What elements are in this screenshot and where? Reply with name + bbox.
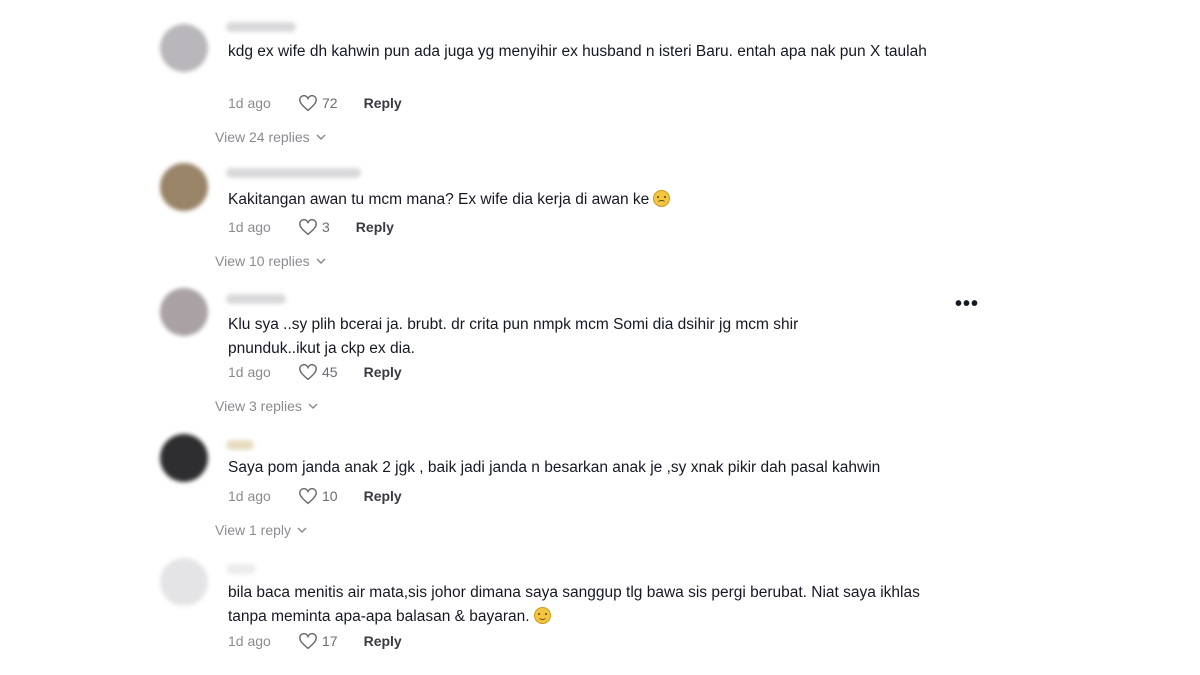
view-replies-button[interactable]: View 24 replies: [215, 129, 326, 145]
like-button[interactable]: 3: [298, 218, 330, 236]
comment-time: 1d ago: [228, 633, 271, 649]
chevron-down-icon: [316, 133, 326, 140]
avatar[interactable]: [160, 288, 208, 336]
username-blurred[interactable]: [226, 294, 286, 304]
view-replies-button[interactable]: View 3 replies: [215, 398, 318, 414]
like-count: 10: [322, 488, 338, 504]
chevron-down-icon: [308, 402, 318, 409]
comment-meta: 1d ago 3 Reply: [228, 218, 394, 236]
comment-text: kdg ex wife dh kahwin pun ada juga yg me…: [228, 43, 927, 60]
like-button[interactable]: 72: [298, 94, 338, 112]
comment-time: 1d ago: [228, 488, 271, 504]
sad-face-emoji-icon: [653, 190, 671, 207]
username-blurred[interactable]: [226, 564, 256, 574]
avatar[interactable]: [160, 163, 208, 211]
view-replies-button[interactable]: View 1 reply: [215, 522, 307, 538]
heart-outline-icon: [299, 632, 317, 650]
like-button[interactable]: 17: [298, 632, 338, 650]
reply-button[interactable]: Reply: [364, 633, 402, 649]
comment-text: Saya pom janda anak 2 jgk , baik jadi ja…: [228, 459, 881, 476]
chevron-down-icon: [297, 526, 307, 533]
heart-outline-icon: [299, 363, 317, 381]
view-replies-label: View 1 reply: [215, 522, 292, 538]
reply-button[interactable]: Reply: [364, 488, 402, 504]
reply-button[interactable]: Reply: [364, 95, 402, 111]
like-count: 45: [322, 364, 338, 380]
comment-meta: 1d ago 10 Reply: [228, 487, 402, 505]
comment-meta: 1d ago 17 Reply: [228, 632, 402, 650]
heart-outline-icon: [299, 218, 317, 236]
view-replies-label: View 24 replies: [215, 129, 310, 145]
comment-text: Klu sya ..sy plih bcerai ja. brubt. dr c…: [228, 316, 799, 357]
heart-outline-icon: [299, 487, 317, 505]
comment-time: 1d ago: [228, 364, 271, 380]
like-button[interactable]: 45: [298, 363, 338, 381]
like-count: 17: [322, 633, 338, 649]
comment-text-content: Kakitangan awan tu mcm mana? Ex wife dia…: [228, 191, 650, 208]
comment-text: Kakitangan awan tu mcm mana? Ex wife dia…: [228, 188, 948, 212]
view-replies-label: View 10 replies: [215, 253, 310, 269]
like-count: 3: [322, 219, 330, 235]
username-blurred[interactable]: [226, 440, 254, 450]
avatar[interactable]: [160, 558, 208, 606]
avatar[interactable]: [160, 24, 208, 72]
like-button[interactable]: 10: [298, 487, 338, 505]
comment-text: bila baca menitis air mata,sis johor dim…: [228, 581, 928, 629]
more-options-button[interactable]: •••: [955, 293, 979, 316]
username-blurred[interactable]: [226, 22, 296, 32]
reply-button[interactable]: Reply: [356, 219, 394, 235]
username-blurred[interactable]: [226, 168, 361, 178]
smiling-face-emoji-icon: [533, 607, 551, 624]
view-replies-label: View 3 replies: [215, 398, 302, 414]
heart-outline-icon: [299, 94, 317, 112]
comment-time: 1d ago: [228, 95, 271, 111]
avatar[interactable]: [160, 434, 208, 482]
view-replies-button[interactable]: View 10 replies: [215, 253, 326, 269]
comment-text-content: bila baca menitis air mata,sis johor dim…: [228, 584, 920, 625]
comment-time: 1d ago: [228, 219, 271, 235]
comment-meta: 1d ago 45 Reply: [228, 363, 402, 381]
chevron-down-icon: [316, 257, 326, 264]
reply-button[interactable]: Reply: [364, 364, 402, 380]
comment-meta: 1d ago 72 Reply: [228, 94, 402, 112]
like-count: 72: [322, 95, 338, 111]
